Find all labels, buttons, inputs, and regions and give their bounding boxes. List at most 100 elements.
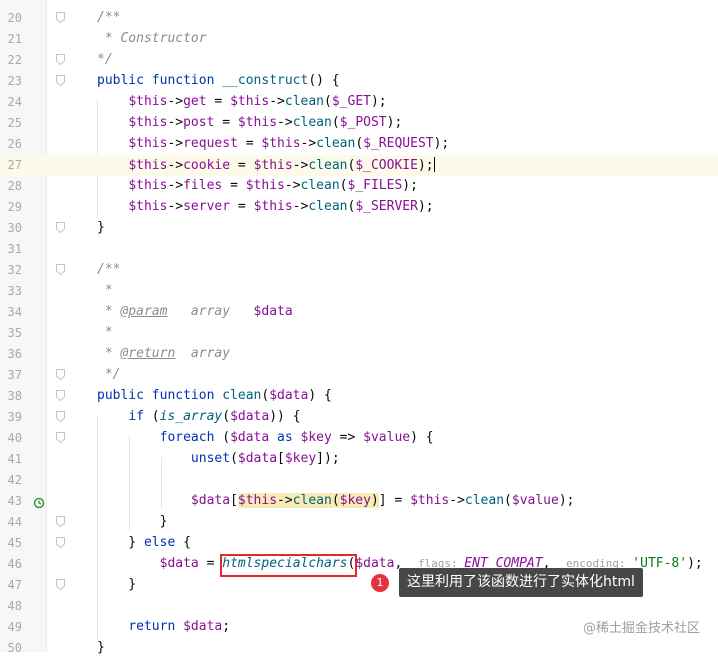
code-line[interactable]: 28 $this->files = $this->clean($_FILES); (0, 176, 718, 197)
code-token: ); (417, 158, 434, 173)
code-line[interactable]: 48 (0, 596, 718, 617)
code-token: clean (292, 115, 332, 130)
code-token: $key (284, 451, 317, 466)
code-token: $data (190, 493, 231, 508)
fold-marker-icon[interactable] (56, 432, 65, 443)
code-line[interactable]: 42 (0, 470, 718, 491)
code-token: $this (253, 158, 293, 173)
fold-marker-icon[interactable] (56, 54, 65, 65)
code-line[interactable]: 35 * (0, 323, 718, 344)
code-token: $key (339, 493, 371, 508)
code-token: */ (97, 52, 113, 67)
code-token: ); (386, 115, 403, 130)
code-text: /** (97, 262, 120, 277)
code-text: } else { (97, 535, 191, 550)
fold-marker-icon[interactable] (56, 369, 65, 380)
code-text: $data[$this->clean($key)] = $this->clean… (97, 493, 575, 508)
code-token: else (143, 535, 176, 550)
line-number: 35 (7, 326, 22, 340)
code-token: ( (143, 409, 160, 424)
code-text: } (97, 640, 105, 655)
fold-marker-icon[interactable] (56, 222, 65, 233)
code-line[interactable]: 31 (0, 239, 718, 260)
code-line[interactable]: 34 * @param array $data (0, 302, 718, 323)
code-text: $this->cookie = $this->clean($_COOKIE); (97, 157, 435, 173)
code-line[interactable]: 44 } (0, 512, 718, 533)
code-line[interactable]: 25 $this->post = $this->clean($_POST); (0, 113, 718, 134)
code-line[interactable]: 33 * (0, 281, 718, 302)
code-line[interactable]: 24 $this->get = $this->clean($_GET); (0, 92, 718, 113)
code-line[interactable]: 23 public function __construct() { (0, 71, 718, 92)
line-number: 28 (7, 179, 22, 193)
fold-marker-icon[interactable] (56, 516, 65, 527)
code-line[interactable]: 40 foreach ($data as $key => $value) { (0, 428, 718, 449)
fold-marker-icon[interactable] (56, 411, 65, 422)
code-token: files (183, 178, 223, 193)
line-number: 24 (7, 95, 22, 109)
code-line[interactable]: 41 unset($data[$key]); (0, 449, 718, 470)
line-number: 20 (7, 11, 22, 25)
code-token: $data (237, 451, 278, 466)
code-token: ); (687, 556, 703, 571)
code-line[interactable]: 20 /** (0, 8, 718, 29)
code-line[interactable]: 21 * Constructor (0, 29, 718, 50)
code-token: if (128, 409, 144, 424)
code-token: = (222, 178, 246, 193)
code-text: public function clean($data) { (97, 388, 332, 403)
code-text: if (is_array($data)) { (97, 409, 300, 424)
code-line[interactable]: 32 /** (0, 260, 718, 281)
line-number: 46 (7, 557, 22, 571)
code-token: clean (308, 158, 348, 173)
code-token: -> (284, 178, 301, 193)
code-token: post (183, 115, 215, 130)
code-text: return $data; (97, 619, 230, 634)
fold-marker-icon[interactable] (56, 537, 65, 548)
code-token: array (167, 304, 254, 319)
code-line[interactable]: 43 $data[$this->clean($key)] = $this->cl… (0, 491, 718, 512)
code-line[interactable]: 30} (0, 218, 718, 239)
code-token: clean (284, 94, 325, 109)
code-line[interactable]: 38 public function clean($data) { (0, 386, 718, 407)
code-line[interactable]: 27 $this->cookie = $this->clean($_COOKIE… (0, 155, 718, 176)
code-line[interactable]: 26 $this->request = $this->clean($_REQUE… (0, 134, 718, 155)
line-number: 31 (7, 242, 22, 256)
code-text: */ (97, 52, 113, 67)
fold-marker-icon[interactable] (56, 12, 65, 23)
code-token: } (97, 640, 105, 655)
code-token: [ (277, 451, 285, 466)
code-token: $this (128, 115, 168, 130)
code-token: -> (167, 178, 184, 193)
code-token: clean (464, 493, 505, 508)
code-token: $value (511, 493, 559, 508)
code-text: * @param array $data (97, 304, 293, 319)
code-token: ( (324, 94, 332, 109)
fold-marker-icon[interactable] (56, 390, 65, 401)
code-line[interactable]: 50} (0, 638, 718, 659)
code-token: -> (269, 94, 285, 109)
code-line[interactable]: 45 } else { (0, 533, 718, 554)
recursion-icon[interactable] (33, 497, 45, 513)
line-number: 37 (7, 368, 22, 382)
code-token: () { (308, 73, 340, 88)
code-token: $_POST (339, 115, 387, 130)
line-number: 32 (7, 263, 22, 277)
line-number: 39 (7, 410, 22, 424)
code-text: * (97, 325, 113, 340)
code-line[interactable]: 22 */ (0, 50, 718, 71)
fold-marker-icon[interactable] (56, 579, 65, 590)
code-text: $this->files = $this->clean($_FILES); (97, 178, 418, 193)
fold-marker-icon[interactable] (56, 75, 65, 86)
highlight-box (220, 554, 357, 577)
code-token: ( (214, 430, 231, 445)
code-editor[interactable]: 20 /** 21 * Constructor 22 */ 23 public functi… (0, 0, 718, 655)
code-line[interactable]: 39 if (is_array($data)) { (0, 407, 718, 428)
code-line[interactable]: 36 * @return array (0, 344, 718, 365)
code-token: ); (433, 136, 450, 151)
code-line[interactable]: 37 */ (0, 365, 718, 386)
code-token: { (175, 535, 191, 550)
fold-marker-icon[interactable] (56, 264, 65, 275)
code-line[interactable]: 29 $this->server = $this->clean($_SERVER… (0, 197, 718, 218)
code-token: $data (183, 619, 223, 634)
